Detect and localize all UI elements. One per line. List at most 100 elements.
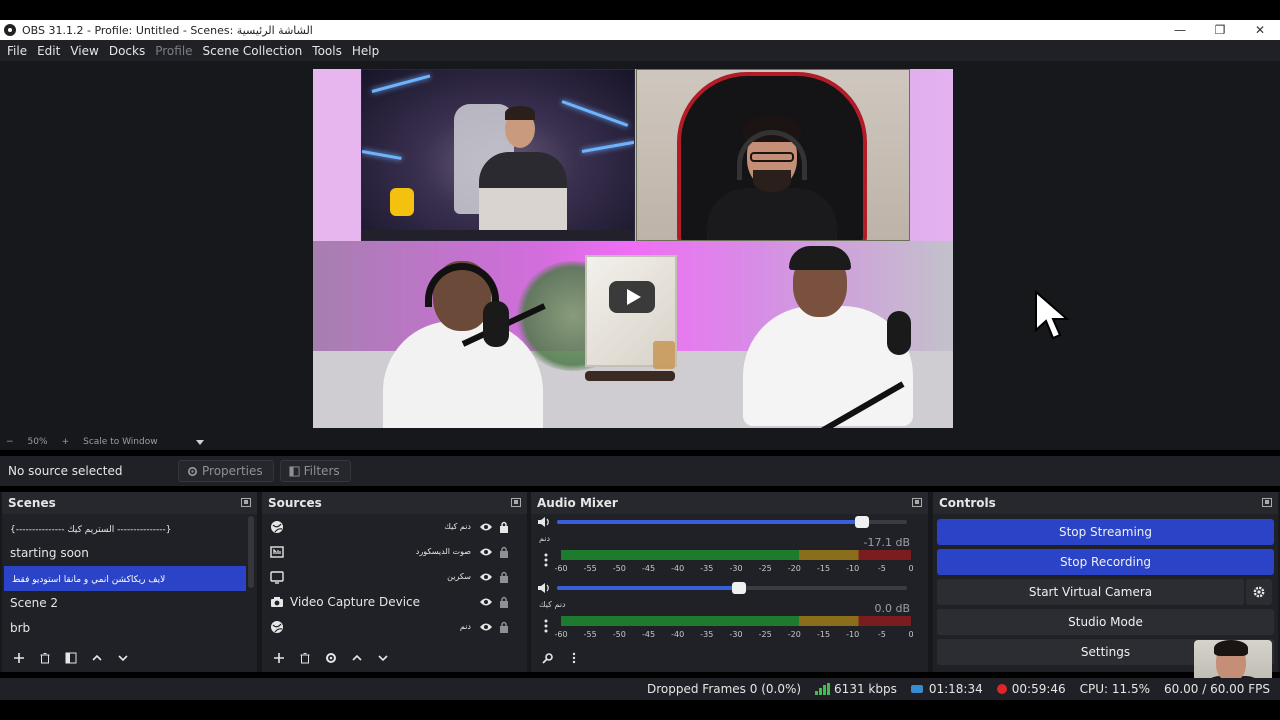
zoom-mode-select[interactable]: Scale to Window (83, 437, 157, 447)
virtual-camera-settings-button[interactable] (1246, 579, 1272, 605)
source-toolbar: No source selected Properties Filters (0, 456, 1280, 486)
move-up-icon[interactable] (86, 647, 108, 669)
source-item[interactable]: دنم (262, 614, 527, 639)
lock-icon[interactable] (499, 596, 509, 608)
start-virtual-camera-button[interactable]: Start Virtual Camera (937, 579, 1244, 605)
volume-slider-handle[interactable] (854, 516, 869, 528)
filter-icon (289, 465, 300, 477)
popout-icon[interactable] (1262, 498, 1272, 507)
lock-icon[interactable] (499, 571, 509, 583)
scene-item[interactable]: {--------------- الستريم كيك -----------… (2, 516, 244, 541)
popout-icon[interactable] (241, 498, 251, 507)
menu-file[interactable]: File (2, 44, 32, 58)
remove-source-icon[interactable] (294, 647, 316, 669)
meter-scale-label: -15 (816, 630, 831, 639)
menu-scene-collection[interactable]: Scene Collection (198, 44, 308, 58)
source-properties-icon[interactable] (320, 647, 342, 669)
scenes-toolbar (2, 644, 257, 672)
add-source-icon[interactable] (268, 647, 290, 669)
zoom-out-button[interactable]: − (6, 437, 14, 447)
mixer-menu-icon[interactable] (563, 647, 585, 669)
meter-scale-label: -50 (612, 630, 626, 639)
scene-item[interactable]: starting soon (2, 541, 244, 566)
properties-button[interactable]: Properties (178, 460, 274, 482)
source-item[interactable]: صوت الديسكورد (262, 539, 527, 564)
host-body (383, 321, 543, 428)
menu-docks[interactable]: Docks (104, 44, 150, 58)
source-label: دنم كيك (444, 522, 471, 531)
source-item[interactable]: دنم كيك (262, 514, 527, 539)
channel-menu-icon[interactable] (541, 618, 551, 634)
led-light (362, 150, 402, 160)
stop-recording-button[interactable]: Stop Recording (937, 549, 1274, 575)
meter-scale-label: -25 (758, 630, 772, 639)
scene-item-label: brb (10, 621, 31, 635)
volume-slider-handle[interactable] (732, 582, 746, 594)
properties-label: Properties (202, 464, 263, 478)
move-down-icon[interactable] (112, 647, 134, 669)
menu-tools[interactable]: Tools (307, 44, 347, 58)
restore-button[interactable]: ❐ (1200, 23, 1240, 37)
move-up-icon[interactable] (346, 647, 368, 669)
menu-view[interactable]: View (65, 44, 103, 58)
desk (362, 230, 634, 240)
minimize-button[interactable]: — (1160, 23, 1200, 37)
source-item[interactable]: Video Capture Device (262, 589, 527, 614)
headphones-icon (425, 263, 499, 307)
advanced-audio-icon[interactable] (537, 647, 559, 669)
volume-slider[interactable] (557, 582, 907, 594)
speaker-icon[interactable] (537, 516, 551, 528)
scene-item-label: starting soon (10, 546, 89, 560)
channel-menu-icon[interactable] (541, 552, 551, 568)
studio-mode-button[interactable]: Studio Mode (937, 609, 1274, 635)
popout-icon[interactable] (511, 498, 521, 507)
scenes-scrollbar[interactable] (248, 516, 254, 588)
sources-title: Sources (268, 496, 322, 510)
eye-icon[interactable] (479, 522, 493, 532)
scene-item[interactable]: brb (2, 616, 244, 641)
eye-icon[interactable] (479, 547, 493, 557)
move-down-icon[interactable] (372, 647, 394, 669)
add-scene-icon[interactable] (8, 647, 30, 669)
popout-icon[interactable] (912, 498, 922, 507)
live-icon (910, 685, 923, 693)
meter-scale-label: -45 (641, 630, 656, 639)
lock-icon[interactable] (499, 621, 509, 633)
scene-item-selected[interactable]: لايف ريكاكشن انمي و مانقا استوديو فقط (4, 566, 246, 591)
zoom-in-button[interactable]: + (62, 437, 70, 447)
meter-scale-label: -5 (877, 564, 886, 573)
close-button[interactable]: ✕ (1240, 23, 1280, 37)
menu-bar: File Edit View Docks Profile Scene Colle… (0, 40, 1280, 61)
menu-help[interactable]: Help (347, 44, 384, 58)
host-cap (789, 246, 851, 270)
lock-icon[interactable] (499, 521, 509, 533)
scene-item[interactable]: Scene 2 (2, 591, 244, 616)
menu-edit[interactable]: Edit (32, 44, 65, 58)
preview-area[interactable] (0, 61, 1280, 434)
meter-scale-label: -35 (700, 564, 714, 573)
led-light (561, 100, 629, 127)
remove-scene-icon[interactable] (34, 647, 56, 669)
bitrate-value: 6131 kbps (834, 682, 897, 696)
scene-filters-icon[interactable] (60, 647, 82, 669)
preview-canvas[interactable] (313, 69, 953, 428)
source-item[interactable]: سكرين (262, 564, 527, 589)
speaker-icon[interactable] (537, 582, 551, 594)
eye-icon[interactable] (479, 622, 493, 632)
volume-slider[interactable] (557, 516, 907, 528)
source-label: دنم (459, 622, 471, 631)
meter-scale-label: 0 (908, 630, 914, 639)
gear-icon (1253, 586, 1265, 598)
source-list: دنم كيك صوت الديسكورد سكرين Video Captur… (262, 514, 527, 639)
menu-profile[interactable]: Profile (150, 44, 197, 58)
eye-icon[interactable] (479, 597, 493, 607)
chevron-down-icon[interactable] (195, 439, 204, 445)
eye-icon[interactable] (479, 572, 493, 582)
lock-icon[interactable] (499, 546, 509, 558)
record-time-status: 00:59:46 (996, 682, 1066, 696)
filters-button[interactable]: Filters (279, 460, 351, 482)
host-left (373, 261, 543, 428)
scene-item-label: {--------------- الستريم كيك -----------… (10, 525, 172, 535)
stream-time: 01:18:34 (928, 682, 983, 696)
stop-streaming-button[interactable]: Stop Streaming (937, 519, 1274, 545)
